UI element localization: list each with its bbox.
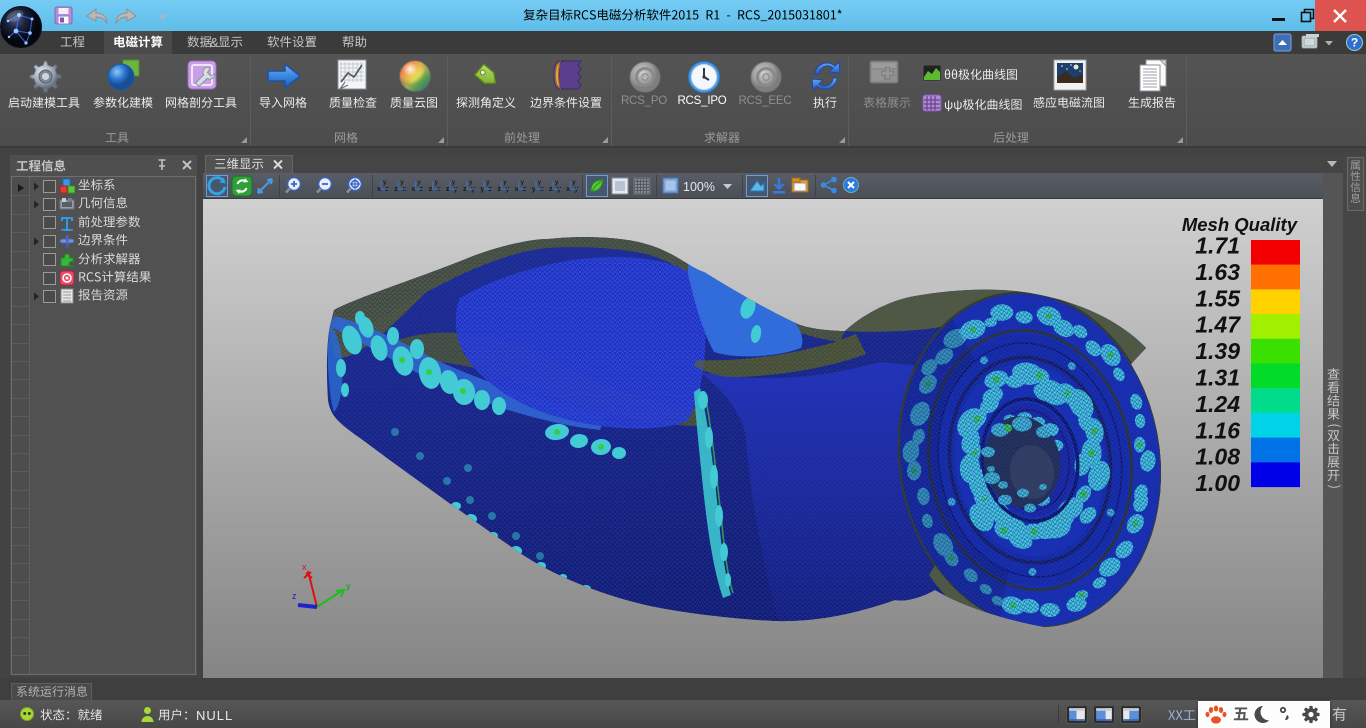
svg-text:1.31: 1.31 <box>1195 365 1240 391</box>
svg-text:1.08: 1.08 <box>1195 444 1240 470</box>
svg-text:100%: 100% <box>683 180 715 194</box>
svg-text:1.00: 1.00 <box>1195 470 1240 496</box>
svg-text:z: z <box>292 591 297 601</box>
svg-text:1.55: 1.55 <box>1195 285 1241 311</box>
svg-text:z: z <box>463 184 467 193</box>
svg-text:z: z <box>446 184 450 193</box>
svg-text:z: z <box>497 184 501 193</box>
svg-text:1.71: 1.71 <box>1195 233 1240 259</box>
svg-text:z: z <box>429 184 433 193</box>
svg-text:1.16: 1.16 <box>1195 417 1240 443</box>
svg-text:1.47: 1.47 <box>1195 312 1241 338</box>
svg-text:z: z <box>394 184 398 193</box>
svg-text:1.24: 1.24 <box>1195 391 1240 417</box>
svg-text:1.39: 1.39 <box>1195 338 1240 364</box>
svg-text:1.63: 1.63 <box>1195 259 1240 285</box>
svg-text:x: x <box>302 562 307 572</box>
svg-text:y: y <box>346 581 351 591</box>
